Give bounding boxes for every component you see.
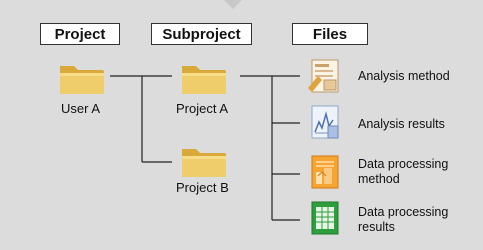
file-label-data-processing-method: Data processing method <box>358 157 449 186</box>
file-label-data-processing-results: Data processing results <box>358 205 449 234</box>
file-label-analysis-results: Analysis results <box>358 117 445 131</box>
folder-icon-project-b[interactable] <box>180 143 228 179</box>
analysis-results-icon[interactable] <box>304 104 344 142</box>
file-label-analysis-method: Analysis method <box>358 69 450 83</box>
analysis-method-icon[interactable] <box>304 58 344 96</box>
node-label-project-a: Project A <box>176 101 229 116</box>
node-label-user-a: User A <box>61 101 101 116</box>
data-processing-results-icon[interactable] <box>304 200 344 238</box>
data-processing-method-icon[interactable] <box>304 154 344 192</box>
folder-icon-user-a[interactable] <box>58 60 106 96</box>
folder-icon-project-a[interactable] <box>180 60 228 96</box>
node-label-project-b: Project B <box>176 180 229 195</box>
